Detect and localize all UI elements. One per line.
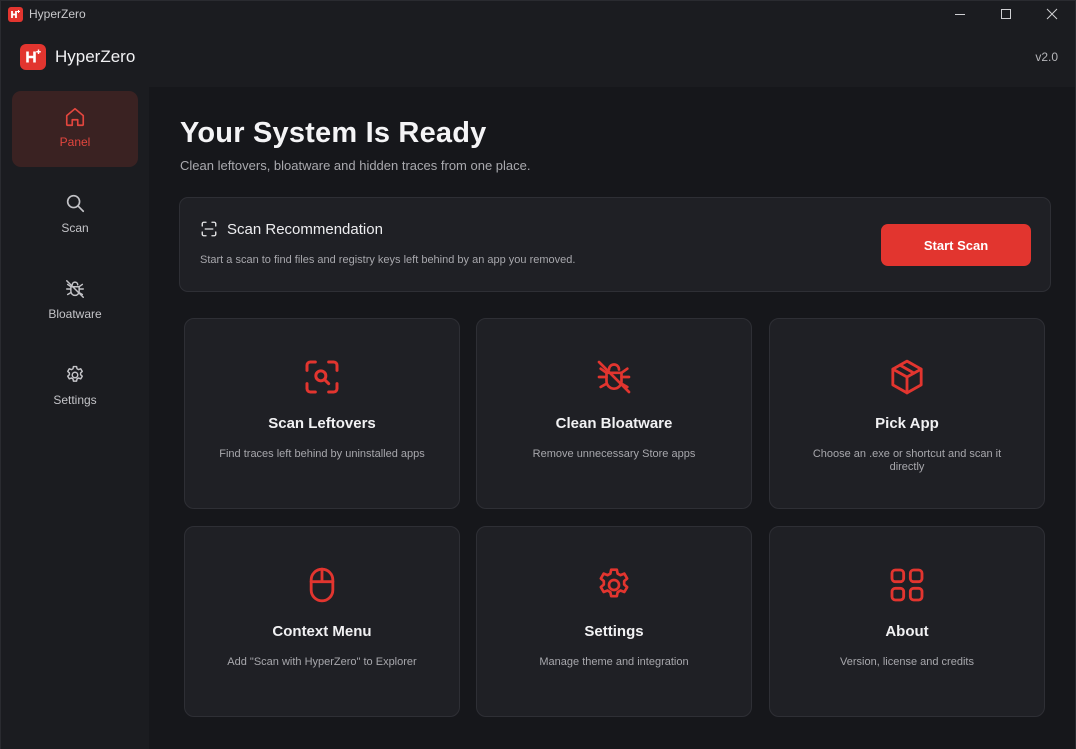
title-bar[interactable]: HyperZero	[1, 1, 1075, 27]
page-title: Your System Is Ready	[180, 117, 487, 149]
tile-description: Choose an .exe or shortcut and scan it d…	[812, 448, 1002, 473]
minimize-button[interactable]	[937, 1, 983, 27]
tile-title: Clean Bloatware	[555, 415, 673, 432]
start-scan-button[interactable]: Start Scan	[881, 224, 1031, 266]
minimize-icon	[955, 14, 965, 15]
window-title: HyperZero	[29, 7, 86, 21]
tile-title: Settings	[584, 623, 644, 640]
main-panel: Your System Is Ready Clean leftovers, bl…	[149, 87, 1075, 749]
gear-icon	[63, 363, 87, 387]
grid-icon	[887, 565, 927, 605]
app-logo-small	[8, 6, 23, 22]
sidebar: Panel Scan Bloatware Settings	[1, 87, 149, 749]
sidebar-item-bloatware[interactable]: Bloatware	[12, 263, 138, 339]
tile-title: Context Menu	[272, 623, 372, 640]
tile-description: Add "Scan with HyperZero" to Explorer	[227, 656, 417, 668]
sidebar-item-label: Bloatware	[48, 307, 102, 321]
recommendation-description: Start a scan to find files and registry …	[200, 254, 576, 266]
close-button[interactable]	[1029, 1, 1075, 27]
gear-icon	[594, 565, 634, 605]
scan-search-icon	[302, 357, 342, 397]
maximize-button[interactable]	[983, 1, 1029, 27]
tile-title: Scan Leftovers	[268, 415, 376, 432]
tile-scan-leftovers[interactable]: Scan Leftovers Find traces left behind b…	[184, 318, 460, 509]
package-icon	[887, 357, 927, 397]
recommendation-title: Scan Recommendation	[227, 221, 383, 238]
app-header: HyperZero v2.0	[1, 27, 1075, 87]
tile-context-menu[interactable]: Context Menu Add "Scan with HyperZero" t…	[184, 526, 460, 717]
sidebar-item-scan[interactable]: Scan	[12, 177, 138, 253]
close-icon	[1046, 8, 1058, 20]
sidebar-item-label: Scan	[61, 221, 89, 235]
bug-off-icon	[594, 357, 634, 397]
sidebar-item-label: Settings	[53, 393, 97, 407]
tile-title: Pick App	[875, 415, 939, 432]
tile-settings[interactable]: Settings Manage theme and integration	[476, 526, 752, 717]
scan-icon	[201, 221, 217, 237]
scan-recommendation-card: Scan Recommendation Start a scan to find…	[179, 197, 1051, 292]
sidebar-item-panel[interactable]: Panel	[12, 91, 138, 167]
sidebar-item-settings[interactable]: Settings	[12, 349, 138, 425]
home-icon	[63, 105, 87, 129]
mouse-icon	[302, 565, 342, 605]
tile-description: Version, license and credits	[840, 656, 974, 668]
tile-clean-bloatware[interactable]: Clean Bloatware Remove unnecessary Store…	[476, 318, 752, 509]
bug-off-icon	[63, 277, 87, 301]
tile-description: Manage theme and integration	[539, 656, 689, 668]
page-subtitle: Clean leftovers, bloatware and hidden tr…	[180, 158, 531, 173]
sidebar-item-label: Panel	[59, 135, 91, 149]
app-name: HyperZero	[55, 47, 136, 66]
tile-pick-app[interactable]: Pick App Choose an .exe or shortcut and …	[769, 318, 1045, 509]
maximize-icon	[1001, 9, 1011, 19]
tile-about[interactable]: About Version, license and credits	[769, 526, 1045, 717]
tile-description: Remove unnecessary Store apps	[532, 448, 696, 460]
search-icon	[63, 191, 87, 215]
version-label: v2.0	[1035, 50, 1058, 64]
app-logo	[20, 44, 46, 70]
tile-title: About	[885, 623, 929, 640]
tile-description: Find traces left behind by uninstalled a…	[219, 448, 425, 460]
app-window: HyperZero HyperZero v2.0 Panel Scan Bloa…	[0, 0, 1076, 749]
window-controls	[937, 1, 1075, 27]
